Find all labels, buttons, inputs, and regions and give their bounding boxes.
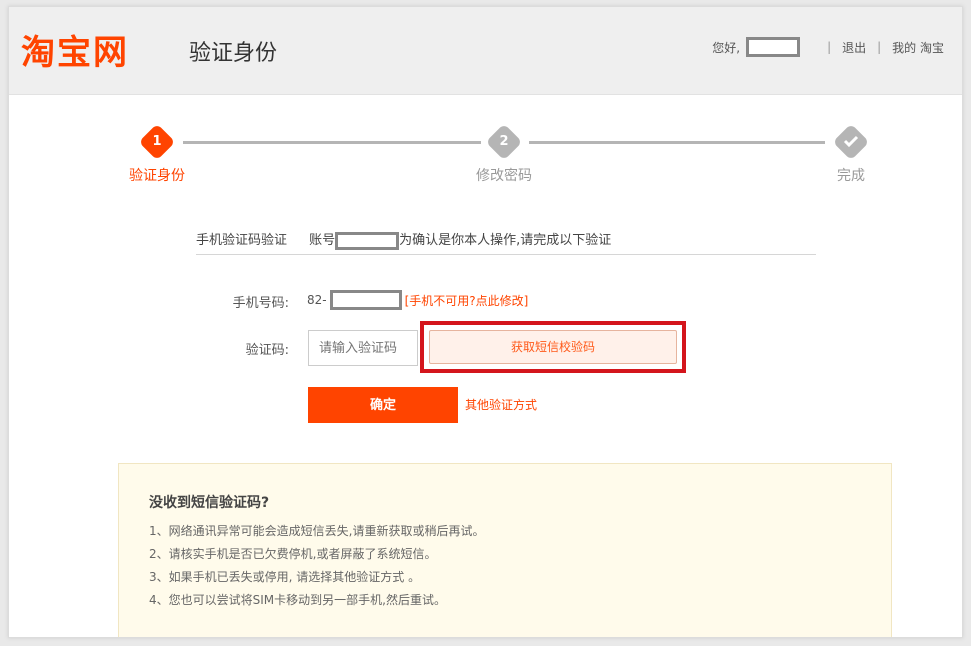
get-sms-code-button[interactable]: 获取短信校验码 [429, 330, 677, 364]
nav-separator: | [827, 40, 832, 54]
nav-separator: | [877, 40, 882, 54]
phone-unavailable-link[interactable]: [手机不可用?点此修改] [405, 292, 529, 309]
other-methods-link[interactable]: 其他验证方式 [465, 396, 537, 413]
help-panel: 没收到短信验证码? 1、网络通讯异常可能会造成短信丢失,请重新获取或稍后再试。 … [118, 463, 892, 637]
check-icon [838, 130, 864, 152]
step-2-label: 修改密码 [476, 168, 532, 184]
page-frame: 淘宝网 验证身份 您好, | 退出 | 我的 淘宝 1 验证身份 2 修改密码 … [8, 6, 963, 638]
phone-prefix: 82- [307, 293, 327, 307]
step-2-number: 2 [499, 134, 509, 149]
progress-steps: 1 验证身份 2 修改密码 完成 [9, 123, 962, 185]
page-title: 验证身份 [189, 41, 278, 66]
redacted-account [335, 231, 400, 250]
my-taobao-link[interactable]: 我的 淘宝 [892, 39, 944, 56]
verify-heading: 手机验证码验证 账号 为确认是你本人操作,请完成以下验证 [196, 229, 816, 255]
help-list: 1、网络通讯异常可能会造成短信丢失,请重新获取或稍后再试。 2、请核实手机是否已… [149, 520, 484, 612]
step-3-label: 完成 [837, 168, 865, 184]
user-nav: 您好, | 退出 | 我的 淘宝 [712, 37, 944, 57]
help-title: 没收到短信验证码? [149, 495, 270, 511]
taobao-logo[interactable]: 淘宝网 [21, 25, 129, 74]
greeting: 您好, [712, 40, 741, 55]
step-1-label: 验证身份 [129, 168, 185, 184]
help-item: 3、如果手机已丢失或停用, 请选择其他验证方式 。 [149, 570, 421, 584]
phone-row: 82- [手机不可用?点此修改] [307, 290, 528, 310]
code-label: 验证码: [245, 343, 289, 358]
step-connector [529, 141, 825, 144]
logout-link[interactable]: 退出 [842, 39, 866, 56]
confirm-button[interactable]: 确定 [308, 387, 458, 423]
help-item: 4、您也可以尝试将SIM卡移动到另一部手机,然后重试。 [149, 593, 446, 607]
step-connector [183, 141, 481, 144]
verify-instruction: 为确认是你本人操作,请完成以下验证 [399, 233, 612, 248]
verify-method: 手机验证码验证 [196, 233, 288, 248]
redacted-phone [329, 290, 402, 310]
account-prefix: 账号 [309, 233, 336, 248]
step-1-number: 1 [152, 134, 162, 149]
redacted-username [746, 37, 801, 57]
help-item: 1、网络通讯异常可能会造成短信丢失,请重新获取或稍后再试。 [149, 524, 485, 538]
phone-label: 手机号码: [232, 296, 289, 311]
help-item: 2、请核实手机是否已欠费停机,或者屏蔽了系统短信。 [149, 547, 437, 561]
code-input[interactable] [308, 330, 418, 366]
header: 淘宝网 验证身份 您好, | 退出 | 我的 淘宝 [9, 7, 962, 95]
